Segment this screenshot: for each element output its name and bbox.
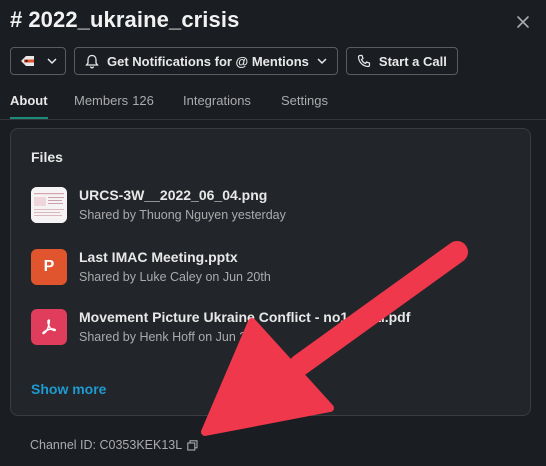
close-icon[interactable] bbox=[515, 14, 531, 30]
file-meta: Shared by Thuong Nguyen yesterday bbox=[79, 208, 286, 222]
channel-toolbar: Get Notifications for @ Mentions Start a… bbox=[10, 47, 458, 75]
tab-settings-label: Settings bbox=[281, 93, 328, 108]
tab-bar: About Members 126 Integrations Settings bbox=[0, 88, 546, 120]
files-card: Files URCS-3W__2022_06_04.png Shared by … bbox=[10, 128, 531, 416]
tab-about[interactable]: About bbox=[10, 93, 48, 119]
channel-hash-symbol: # bbox=[10, 7, 23, 32]
file-name: Last IMAC Meeting.pptx bbox=[79, 249, 238, 265]
members-count: 126 bbox=[132, 93, 154, 108]
file-item[interactable]: P Last IMAC Meeting.pptx Shared by Luke … bbox=[31, 249, 501, 289]
bell-icon bbox=[85, 54, 99, 69]
file-name: Movement Picture Ukraine Conflict - no1_… bbox=[79, 309, 411, 325]
start-call-button[interactable]: Start a Call bbox=[345, 47, 458, 75]
channel-tag-button[interactable] bbox=[10, 47, 66, 75]
tag-icon bbox=[19, 53, 37, 69]
notifications-label: Get Notifications for @ Mentions bbox=[107, 53, 309, 69]
show-more-link[interactable]: Show more bbox=[31, 381, 106, 397]
phone-icon bbox=[357, 54, 371, 68]
channel-details-panel: # 2022_ukraine_crisis Get Notifications … bbox=[0, 0, 546, 466]
copy-icon[interactable] bbox=[187, 439, 198, 451]
tab-integrations[interactable]: Integrations bbox=[183, 93, 251, 119]
chevron-down-icon bbox=[317, 57, 327, 65]
files-heading: Files bbox=[31, 149, 63, 165]
tab-about-label: About bbox=[10, 93, 48, 108]
tab-members[interactable]: Members 126 bbox=[74, 93, 154, 119]
tab-integrations-label: Integrations bbox=[183, 93, 251, 108]
file-item[interactable]: Movement Picture Ukraine Conflict - no1_… bbox=[31, 309, 501, 349]
tab-members-label: Members bbox=[74, 93, 129, 108]
powerpoint-icon: P bbox=[31, 249, 67, 285]
file-name: URCS-3W__2022_06_04.png bbox=[79, 187, 268, 203]
chevron-down-icon bbox=[47, 57, 57, 65]
channel-name: 2022_ukraine_crisis bbox=[28, 7, 240, 32]
file-meta: Shared by Luke Caley on Jun 20th bbox=[79, 270, 271, 284]
channel-id-text: Channel ID: C0353KEK13L bbox=[30, 438, 183, 452]
start-call-label: Start a Call bbox=[378, 53, 447, 69]
notifications-button[interactable]: Get Notifications for @ Mentions bbox=[74, 47, 338, 75]
file-item[interactable]: URCS-3W__2022_06_04.png Shared by Thuong… bbox=[31, 187, 501, 227]
image-thumbnail-icon bbox=[31, 187, 67, 223]
channel-id: Channel ID: C0353KEK13L bbox=[30, 438, 198, 452]
tab-settings[interactable]: Settings bbox=[281, 93, 328, 119]
file-meta: Shared by Henk Hoff on Jun 20th bbox=[79, 330, 264, 344]
powerpoint-icon-letter: P bbox=[43, 258, 55, 275]
channel-title: # 2022_ukraine_crisis bbox=[10, 7, 239, 33]
pdf-icon bbox=[31, 309, 67, 345]
